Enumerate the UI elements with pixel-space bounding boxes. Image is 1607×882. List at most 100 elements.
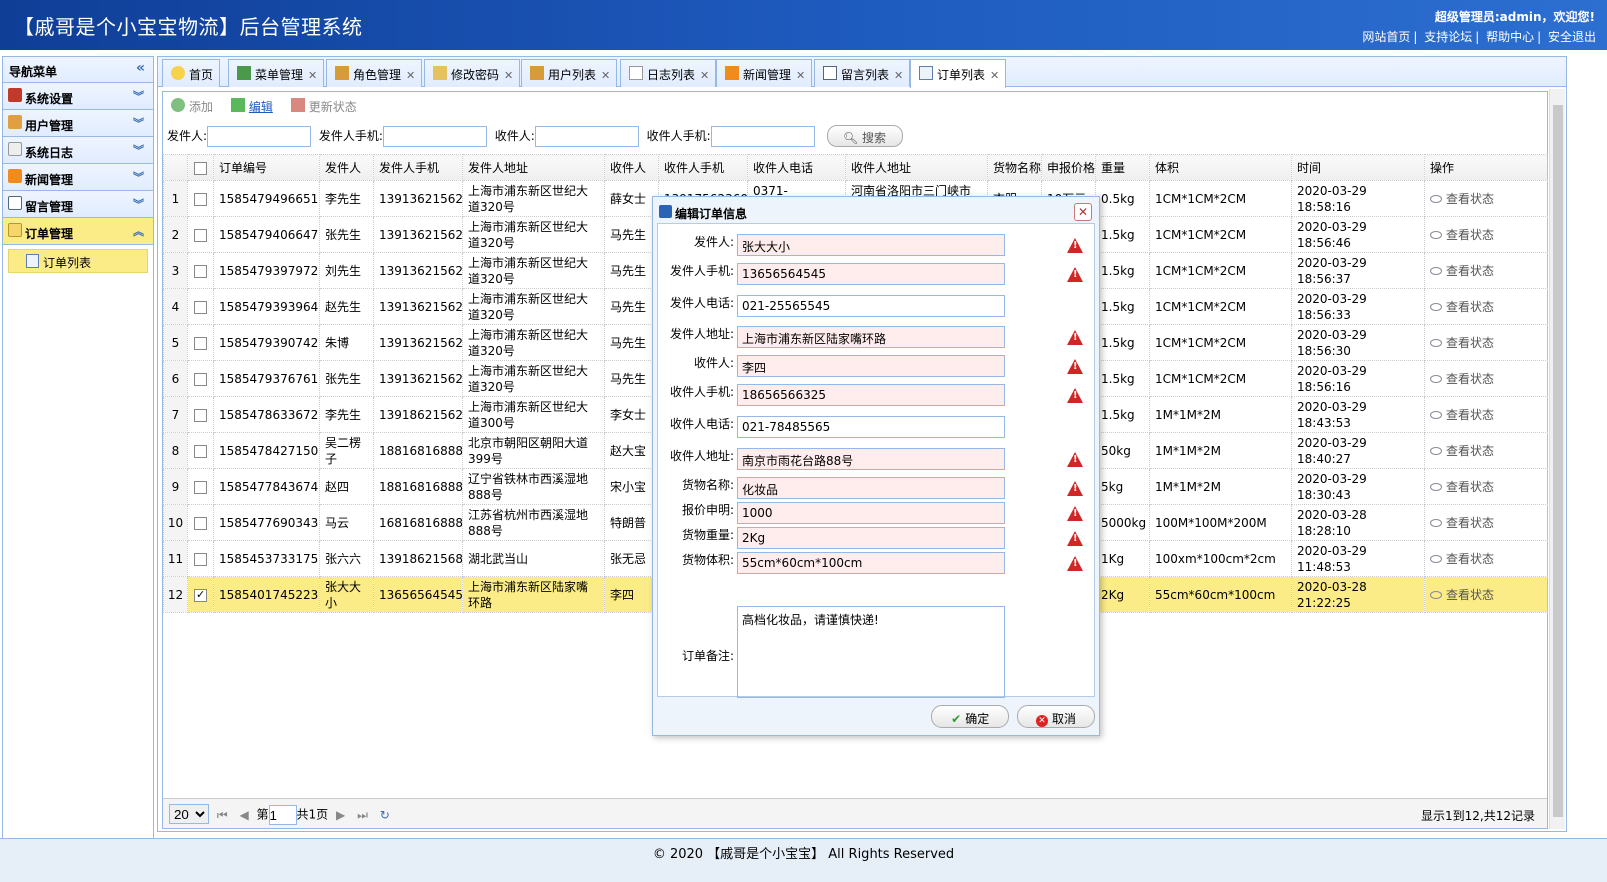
refresh-icon[interactable]: ↻ [380, 808, 390, 822]
row-checkbox[interactable] [187, 216, 214, 253]
tab-order-list[interactable]: 订单列表 ✕ [910, 59, 1007, 88]
search-button[interactable]: 🔍︎ 搜索 [826, 125, 903, 147]
close-icon[interactable]: ✕ [990, 69, 999, 82]
field-input[interactable]: 2Kg [737, 527, 1083, 549]
close-icon[interactable]: ✕ [796, 69, 805, 82]
confirm-button[interactable]: ✔ 确定 [931, 705, 1010, 728]
field-input[interactable]: 李四 [737, 355, 1083, 377]
field-input[interactable]: 18656566325 [737, 384, 1083, 406]
tab-menu[interactable]: 菜单管理 ✕ [228, 59, 325, 87]
close-icon[interactable]: ✕ [894, 69, 903, 82]
sidebar-section-news[interactable]: 新闻管理 ︾ [3, 164, 153, 191]
field-input[interactable]: 55cm*60cm*100cm [737, 552, 1083, 574]
first-page-icon[interactable]: ⏮ [217, 808, 228, 823]
page-input[interactable] [268, 805, 297, 825]
column-header[interactable]: 时间 [1291, 154, 1425, 181]
view-status-link[interactable]: 查看状态 [1424, 324, 1548, 361]
column-header[interactable]: 操作 [1424, 154, 1548, 181]
sidebar-item-order-list[interactable]: 订单列表 [8, 249, 148, 273]
row-checkbox[interactable] [187, 180, 214, 217]
tab-roles[interactable]: 角色管理 ✕ [326, 59, 423, 87]
column-header[interactable]: 发件人手机 [373, 154, 463, 181]
link-forum[interactable]: 支持论坛 [1424, 30, 1472, 44]
receiver-phone-input[interactable] [710, 125, 815, 147]
close-icon[interactable]: ✕ [700, 69, 709, 82]
column-header[interactable]: 收件人 [604, 154, 659, 181]
next-page-icon[interactable]: ▶ [336, 808, 345, 822]
field-input[interactable]: 南京市雨花台路88号 [737, 448, 1083, 470]
field-input[interactable]: 化妆品 [737, 477, 1083, 499]
column-header[interactable]: 收件人电话 [747, 154, 846, 181]
link-logout[interactable]: 安全退出 [1548, 30, 1596, 44]
column-header[interactable]: 货物名称 [987, 154, 1042, 181]
column-header[interactable]: 订单编号 [213, 154, 320, 181]
select-all-checkbox[interactable] [187, 154, 214, 181]
add-button[interactable]: 添加 [171, 98, 213, 115]
close-icon[interactable]: ✕ [504, 69, 513, 82]
view-status-link[interactable]: 查看状态 [1424, 180, 1548, 217]
view-status-link[interactable]: 查看状态 [1424, 576, 1548, 613]
tab-log-list[interactable]: 日志列表 ✕ [620, 59, 717, 87]
close-icon[interactable]: ✕ [1074, 203, 1092, 221]
close-icon[interactable]: ✕ [406, 69, 415, 82]
last-page-icon[interactable]: ⏭ [357, 808, 368, 823]
sender-phone-input[interactable] [382, 125, 487, 147]
note-textarea[interactable]: 高档化妆品，请谨慎快递! [737, 606, 1005, 698]
cancel-button[interactable]: ✕ 取消 [1017, 705, 1095, 728]
view-status-link[interactable]: 查看状态 [1424, 360, 1548, 397]
edit-button[interactable]: 编辑 [230, 98, 273, 115]
field-input[interactable]: 上海市浦东新区陆家嘴环路 [737, 326, 1083, 348]
sidebar-section-settings[interactable]: 系统设置 ︾ [3, 83, 153, 110]
row-checkbox[interactable] [187, 576, 214, 613]
row-checkbox[interactable] [187, 504, 214, 541]
row-checkbox[interactable] [187, 540, 214, 577]
update-status-button[interactable]: 更新状态 [290, 98, 357, 115]
close-icon[interactable]: ✕ [308, 69, 317, 82]
column-header[interactable]: 发件人 [319, 154, 374, 181]
column-header[interactable]: 发件人地址 [462, 154, 605, 181]
field-input[interactable]: 13656564545 [737, 263, 1083, 285]
close-icon[interactable]: ✕ [601, 69, 610, 82]
field-input[interactable]: 021-25565545 [737, 295, 1005, 317]
link-home[interactable]: 网站首页 [1362, 30, 1410, 44]
tab-user-list[interactable]: 用户列表 ✕ [521, 59, 618, 87]
tab-news[interactable]: 新闻管理 ✕ [716, 59, 813, 87]
scrollbar[interactable] [1549, 89, 1565, 829]
row-checkbox[interactable] [187, 468, 214, 505]
collapse-icon[interactable]: « [136, 60, 145, 76]
tab-home[interactable]: 首页 [162, 59, 221, 87]
tab-messages[interactable]: 留言列表 ✕ [814, 59, 911, 87]
sidebar-section-users[interactable]: 用户管理 ︾ [3, 110, 153, 137]
sender-input[interactable] [207, 125, 312, 147]
field-input[interactable]: 1000 [737, 502, 1083, 524]
view-status-link[interactable]: 查看状态 [1424, 396, 1548, 433]
sidebar-section-messages[interactable]: 留言管理 ︾ [3, 191, 153, 218]
row-checkbox[interactable] [187, 252, 214, 289]
view-status-link[interactable]: 查看状态 [1424, 504, 1548, 541]
sidebar-section-logs[interactable]: 系统日志 ︾ [3, 137, 153, 164]
view-status-link[interactable]: 查看状态 [1424, 432, 1548, 469]
row-checkbox[interactable] [187, 360, 214, 397]
sidebar-section-orders[interactable]: 订单管理 ︽ [3, 218, 153, 245]
view-status-link[interactable]: 查看状态 [1424, 468, 1548, 505]
column-header[interactable]: 体积 [1149, 154, 1292, 181]
row-checkbox[interactable] [187, 288, 214, 325]
page-size-select[interactable]: 20 [169, 804, 209, 824]
view-status-link[interactable]: 查看状态 [1424, 288, 1548, 325]
row-checkbox[interactable] [187, 324, 214, 361]
view-status-link[interactable]: 查看状态 [1424, 216, 1548, 253]
column-header[interactable]: 重量 [1095, 154, 1150, 181]
row-checkbox[interactable] [187, 432, 214, 469]
view-status-link[interactable]: 查看状态 [1424, 540, 1548, 577]
field-input[interactable]: 张大大小 [737, 234, 1083, 256]
column-header[interactable]: 申报价格 [1041, 154, 1096, 181]
row-checkbox[interactable] [187, 396, 214, 433]
link-help[interactable]: 帮助中心 [1486, 30, 1534, 44]
tab-password[interactable]: 修改密码 ✕ [424, 59, 521, 87]
column-header[interactable]: 收件人地址 [845, 154, 988, 181]
view-status-link[interactable]: 查看状态 [1424, 252, 1548, 289]
prev-page-icon[interactable]: ◀ [239, 808, 248, 822]
field-input[interactable]: 021-78485565 [737, 416, 1005, 438]
column-header[interactable]: 收件人手机 [658, 154, 748, 181]
receiver-input[interactable] [534, 125, 639, 147]
